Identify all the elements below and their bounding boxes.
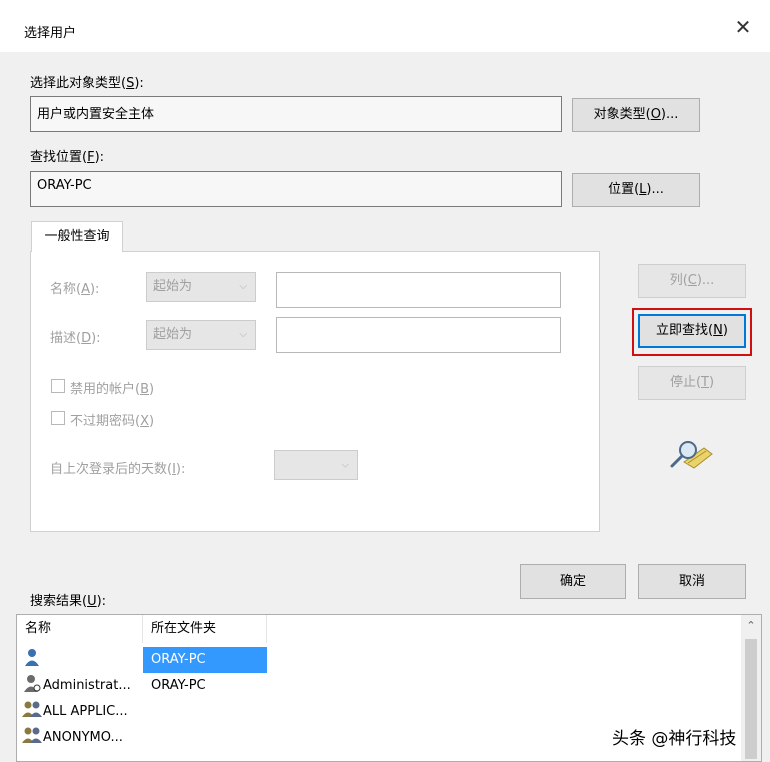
non-expiring-password-label: 不过期密码(X) <box>70 414 155 429</box>
table-row[interactable]: ... ORAY-PC <box>17 647 267 673</box>
column-header-folder[interactable]: 所在文件夹 <box>143 615 267 643</box>
result-name: ALL APPLIC... <box>43 704 128 719</box>
locations-button[interactable]: 位置(L)... <box>572 173 700 207</box>
object-type-field: 用户或内置安全主体 <box>30 96 562 132</box>
find-now-button[interactable]: 立即查找(N) <box>638 314 746 348</box>
ok-button[interactable]: 确定 <box>520 564 626 599</box>
location-label: 查找位置(F): <box>30 150 105 165</box>
name-input[interactable] <box>276 272 561 308</box>
days-since-logon-select[interactable]: ⌵ <box>274 450 358 480</box>
disabled-accounts-label: 禁用的帐户(B) <box>70 382 155 397</box>
table-row[interactable]: ALL APPLIC... <box>17 699 267 725</box>
close-icon[interactable]: ✕ <box>732 16 754 38</box>
stop-button[interactable]: 停止(T) <box>638 366 746 400</box>
result-folder: ORAY-PC <box>143 647 267 673</box>
group-icon <box>21 725 43 755</box>
tab-common-queries[interactable]: 一般性查询 <box>31 221 123 252</box>
columns-button[interactable]: 列(C)... <box>638 264 746 298</box>
cancel-button[interactable]: 取消 <box>638 564 746 599</box>
chevron-down-icon: ⌵ <box>239 329 247 340</box>
description-input[interactable] <box>276 317 561 353</box>
column-header-name[interactable]: 名称 <box>17 615 143 643</box>
location-field: ORAY-PC <box>30 171 562 207</box>
table-row[interactable]: ANONYMO... <box>17 725 267 751</box>
search-magnifier-icon <box>668 436 716 472</box>
result-name: Administrat... <box>43 678 131 693</box>
description-label: 描述(D): <box>50 331 101 346</box>
non-expiring-password-checkbox[interactable] <box>51 411 65 425</box>
search-results-label: 搜索结果(U): <box>30 594 107 609</box>
disabled-accounts-checkbox[interactable] <box>51 379 65 393</box>
results-scrollbar[interactable]: ⌃ <box>741 615 761 761</box>
chevron-down-icon: ⌵ <box>341 459 349 471</box>
days-since-logon-label: 自上次登录后的天数(I): <box>50 462 186 477</box>
object-type-label: 选择此对象类型(S): <box>30 76 144 91</box>
description-match-select[interactable]: 起始为 ⌵ <box>146 320 256 350</box>
result-name: ANONYMO... <box>43 730 123 745</box>
table-row[interactable]: Administrat... ORAY-PC <box>17 673 267 699</box>
name-match-select[interactable]: 起始为 ⌵ <box>146 272 256 302</box>
result-folder: ORAY-PC <box>151 678 206 693</box>
object-types-button[interactable]: 对象类型(O)... <box>572 98 700 132</box>
scroll-thumb[interactable] <box>745 639 757 759</box>
watermark: 头条 @神行科技 <box>612 729 737 749</box>
title-bar: 选择用户 ✕ <box>0 0 770 52</box>
chevron-up-icon[interactable]: ⌃ <box>741 619 761 632</box>
chevron-down-icon: ⌵ <box>239 281 247 292</box>
name-label: 名称(A): <box>50 282 100 297</box>
window-title: 选择用户 <box>24 26 77 41</box>
